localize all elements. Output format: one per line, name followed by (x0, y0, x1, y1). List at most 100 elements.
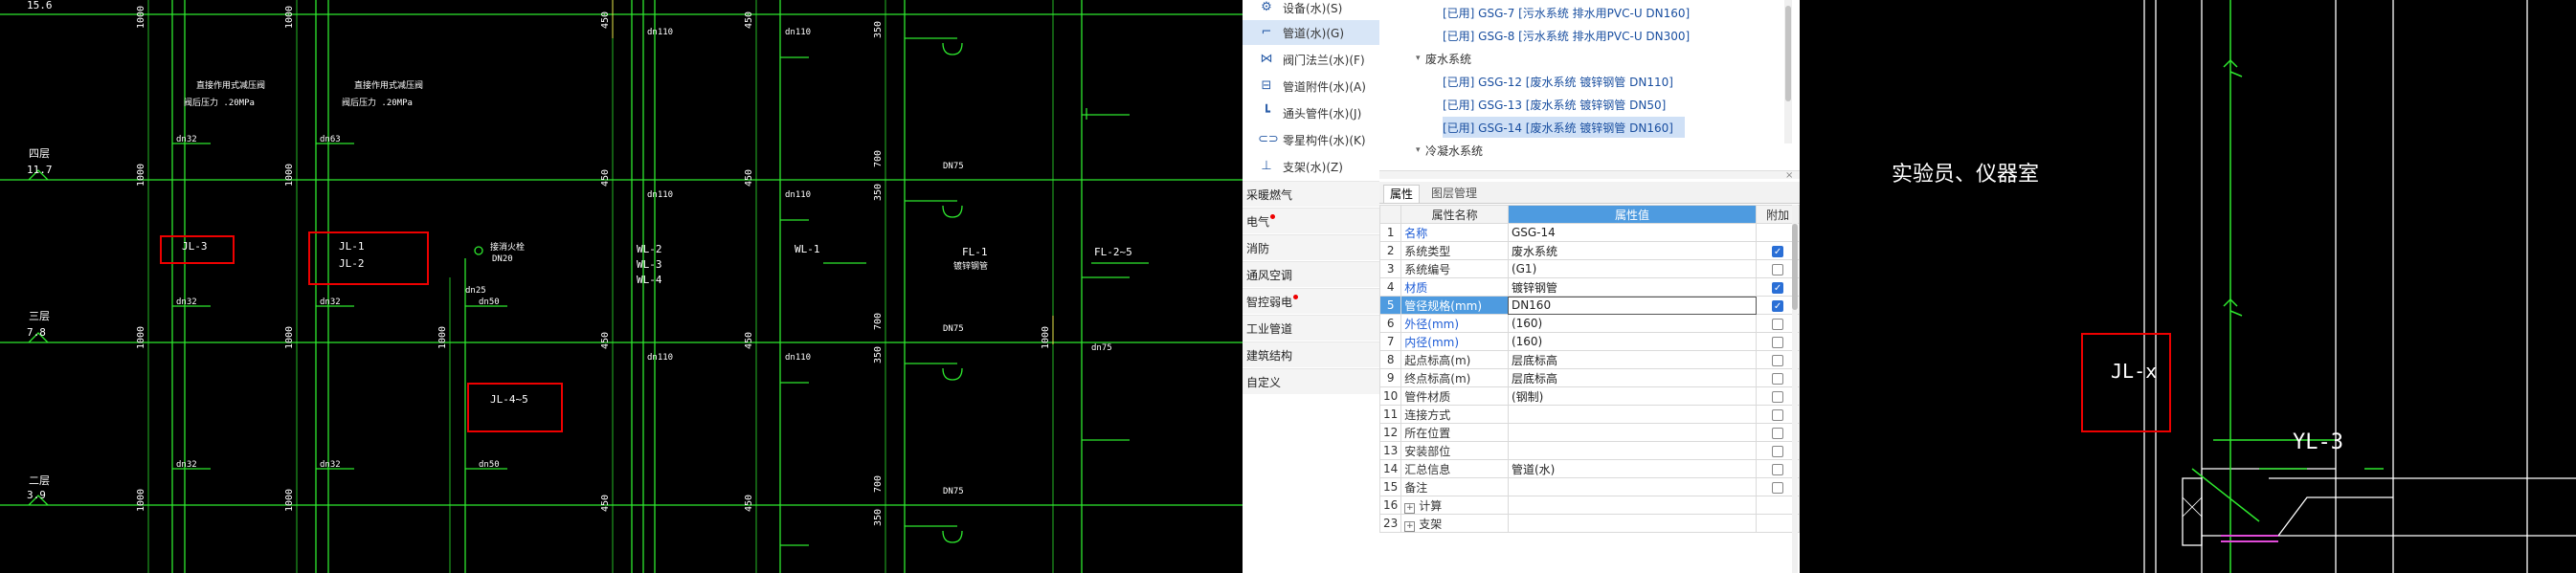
property-value[interactable]: (160) (1507, 332, 1758, 351)
property-value[interactable] (1507, 423, 1758, 442)
tool-misc-component[interactable]: ⊂⊃ 零星构件(水)(K) (1243, 127, 1379, 152)
property-value[interactable]: (G1) (1507, 259, 1758, 278)
checkbox-unchecked[interactable] (1772, 263, 1784, 275)
equipment-icon: ⚙ (1261, 0, 1272, 14)
tree-item[interactable]: [已用] GSG-8 [污水系统 排水用PVC-U DN300] (1443, 25, 1690, 46)
jl2-label: JL-2 (339, 257, 365, 270)
property-value[interactable] (1507, 477, 1758, 496)
property-name-text: 起点标高(m) (1404, 353, 1471, 367)
property-value[interactable]: 镀锌钢管 (1507, 277, 1758, 297)
property-value[interactable]: 层底标高 (1507, 350, 1758, 369)
panel-divider[interactable] (1379, 170, 1800, 179)
category-custom[interactable]: 自定义 (1243, 368, 1379, 394)
tool-bracket[interactable]: ⊥ 支架(水)(Z) (1243, 154, 1379, 179)
property-value[interactable] (1507, 405, 1758, 424)
property-value[interactable]: (160) (1507, 314, 1758, 333)
checkbox-unchecked[interactable] (1772, 390, 1784, 403)
cad-drawing-right[interactable]: 实验员、仪器室 JL-x YL-3 (1800, 0, 2576, 573)
property-value[interactable] (1507, 514, 1758, 533)
category-label: 通风空调 (1246, 268, 1293, 282)
category-building-structure[interactable]: 建筑结构 (1243, 342, 1379, 367)
tree-item[interactable]: [已用] GSG-13 [废水系统 镀锌钢管 DN50] (1443, 94, 1666, 115)
property-row[interactable]: 10 管件材质 (钢制) (1379, 386, 1800, 406)
property-row[interactable]: 16 + 计算 (1379, 496, 1800, 515)
checkbox-checked[interactable]: ✓ (1772, 299, 1784, 312)
tool-pipe[interactable]: ⌐ 管道(水)(G) (1243, 20, 1379, 45)
property-value[interactable]: 废水系统 (1507, 241, 1758, 260)
property-row[interactable]: 11 连接方式 (1379, 405, 1800, 424)
checkbox-checked[interactable]: ✓ (1772, 281, 1784, 294)
property-row[interactable]: 5 管径规格(mm) DN160 ✓ (1379, 296, 1800, 315)
property-row[interactable]: 23 + 支架 (1379, 514, 1800, 533)
pipe-accessory-icon: ⊟ (1261, 78, 1272, 93)
tree-item-label: [已用] GSG-12 [废水系统 镀锌钢管 DN110] (1443, 75, 1673, 89)
level-4f-label: 四层 (29, 147, 50, 160)
property-row[interactable]: 12 所在位置 (1379, 423, 1800, 442)
property-row[interactable]: 9 终点标高(m) 层底标高 (1379, 368, 1800, 387)
expand-icon[interactable]: + (1404, 502, 1416, 514)
property-row-number: 3 (1379, 259, 1402, 278)
tool-fitting[interactable]: ┗ 通头管件(水)(J) (1243, 100, 1379, 125)
checkbox-unchecked[interactable] (1772, 354, 1784, 366)
property-value[interactable]: 管道(水) (1507, 459, 1758, 478)
checkbox-unchecked[interactable] (1772, 445, 1784, 457)
category-fire[interactable]: 消防 (1243, 234, 1379, 260)
expand-icon[interactable]: + (1404, 520, 1416, 532)
pipe-size-label: DN75 (943, 162, 964, 171)
checkbox-unchecked[interactable] (1772, 463, 1784, 475)
property-scrollbar[interactable] (1792, 205, 1798, 573)
checkbox-unchecked[interactable] (1772, 372, 1784, 385)
property-row[interactable]: 3 系统编号 (G1) (1379, 259, 1800, 278)
tree-group[interactable]: ▾ 废水系统 (1416, 48, 1471, 69)
tab-layer-management[interactable]: 图层管理 (1425, 185, 1483, 202)
dim-label: 1000 (437, 325, 448, 349)
chevron-down-icon: ▾ (1416, 54, 1421, 63)
property-name: 所在位置 (1400, 423, 1509, 442)
tool-label: 支架(水)(Z) (1283, 160, 1343, 174)
checkbox-unchecked[interactable] (1772, 336, 1784, 348)
close-icon[interactable]: × (1785, 170, 1793, 181)
category-industrial-pipe[interactable]: 工业管道 (1243, 315, 1379, 341)
dim-label: 350 (873, 345, 884, 364)
property-row[interactable]: 14 汇总信息 管道(水) (1379, 459, 1800, 478)
property-value[interactable]: 层底标高 (1507, 368, 1758, 387)
row-number-header (1379, 205, 1402, 224)
property-row[interactable]: 6 外径(mm) (160) (1379, 314, 1800, 333)
category-electrical[interactable]: 电气 (1243, 208, 1379, 233)
tool-valve[interactable]: ⋈ 阀门法兰(水)(F) (1243, 47, 1379, 72)
tab-properties[interactable]: 属性 (1383, 185, 1421, 203)
checkbox-unchecked[interactable] (1772, 481, 1784, 494)
property-row[interactable]: 2 系统类型 废水系统 ✓ (1379, 241, 1800, 260)
tree-scrollbar[interactable] (1784, 0, 1792, 143)
cad-drawing-left[interactable]: 15.6 四层 11.7 三层 7.8 二层 3.9 直接作用式减压阀 阀后压力… (0, 0, 1243, 573)
jlx-label: JL-x (2111, 360, 2158, 383)
tree-item[interactable]: [已用] GSG-12 [废水系统 镀锌钢管 DN110] (1443, 71, 1673, 92)
property-row[interactable]: 7 内径(mm) (160) (1379, 332, 1800, 351)
level-2f-label: 二层 (29, 474, 50, 487)
category-smart-control[interactable]: 智控弱电 (1243, 288, 1379, 314)
tool-equipment[interactable]: ⚙ 设备(水)(S) (1243, 0, 1379, 20)
checkbox-unchecked[interactable] (1772, 318, 1784, 330)
property-value[interactable] (1507, 441, 1758, 460)
property-row[interactable]: 13 安装部位 (1379, 441, 1800, 460)
checkbox-unchecked[interactable] (1772, 408, 1784, 421)
property-value[interactable]: DN160 (1507, 296, 1758, 315)
property-value[interactable]: (钢制) (1507, 386, 1758, 406)
property-row[interactable]: 8 起点标高(m) 层底标高 (1379, 350, 1800, 369)
tool-pipe-accessory[interactable]: ⊟ 管道附件(水)(A) (1243, 74, 1379, 99)
property-row[interactable]: 1 名称 GSG-14 (1379, 223, 1800, 242)
property-name-text: 安装部位 (1404, 444, 1451, 458)
property-row[interactable]: 15 备注 (1379, 477, 1800, 496)
tree-item-selected[interactable]: [已用] GSG-14 [废水系统 镀锌钢管 DN160] (1443, 117, 1685, 138)
category-hvac[interactable]: 通风空调 (1243, 261, 1379, 287)
checkbox-checked[interactable]: ✓ (1772, 245, 1784, 257)
property-value[interactable]: GSG-14 (1507, 223, 1758, 242)
tree-item[interactable]: [已用] GSG-7 [污水系统 排水用PVC-U DN160] (1443, 2, 1690, 23)
property-row-number: 4 (1379, 277, 1402, 297)
tree-group[interactable]: ▾ 冷凝水系统 (1416, 140, 1483, 161)
property-row[interactable]: 4 材质 镀锌钢管 ✓ (1379, 277, 1800, 297)
dim-label: 450 (744, 331, 754, 349)
category-heating-gas[interactable]: 采暖燃气 (1243, 181, 1379, 207)
checkbox-unchecked[interactable] (1772, 427, 1784, 439)
property-value[interactable] (1507, 496, 1758, 515)
